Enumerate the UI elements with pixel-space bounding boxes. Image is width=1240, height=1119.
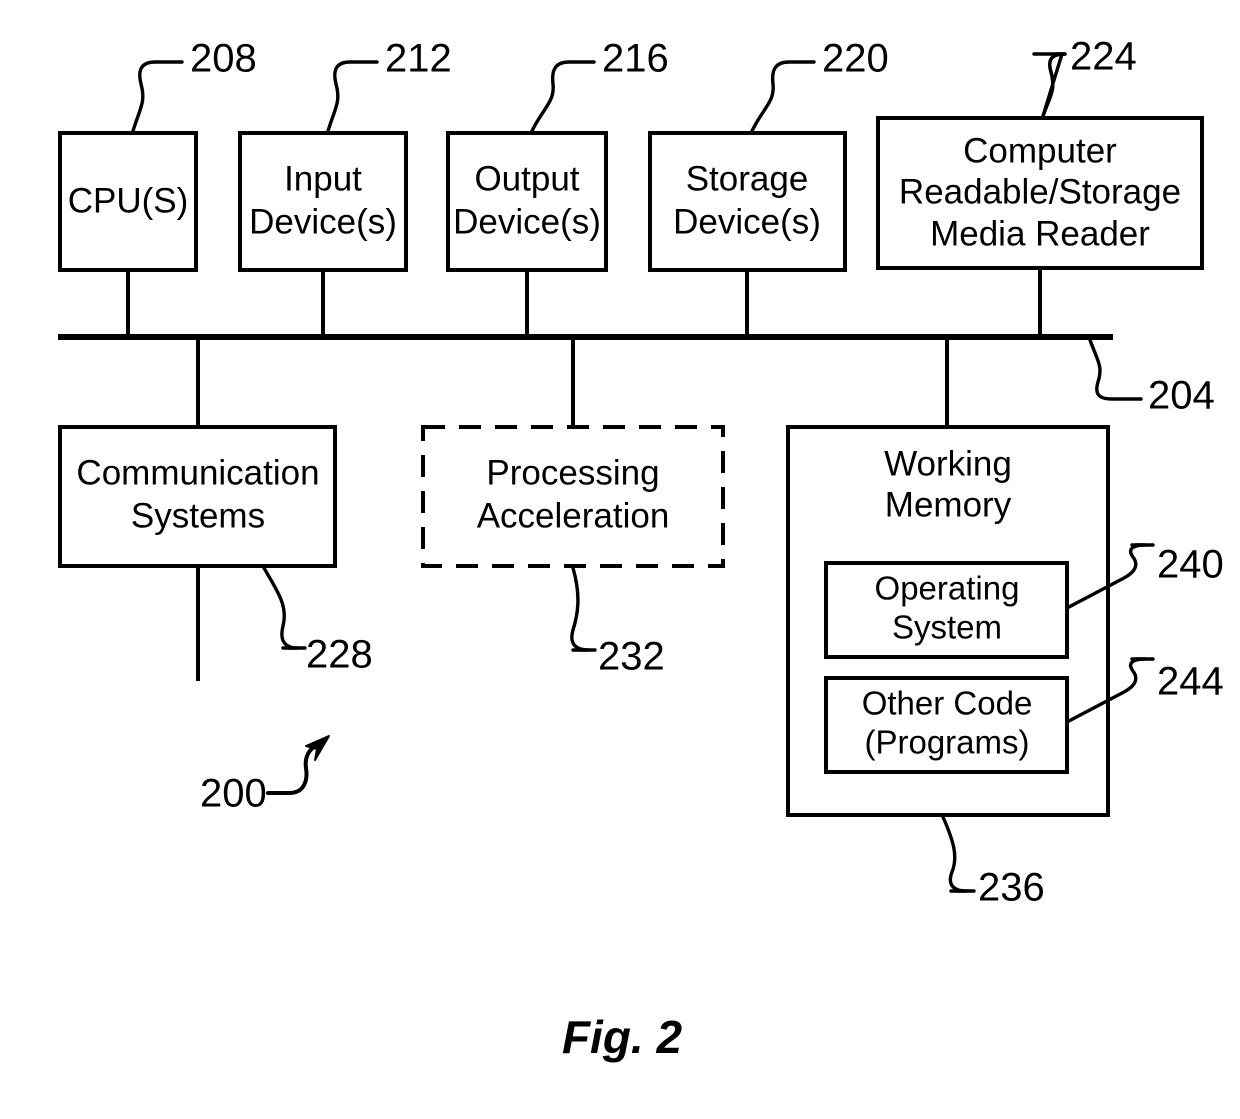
block-operating-system-label-2: System xyxy=(892,609,1002,646)
block-processing-acceleration[interactable]: Processing Acceleration xyxy=(421,425,725,568)
block-input-devices-label-1: Input xyxy=(284,159,362,198)
figure-canvas: 204 CPU(S) 208 Input Device(s) 212 Outpu… xyxy=(0,0,1240,1119)
block-cpu[interactable]: CPU(S) xyxy=(58,131,198,272)
block-storage-devices-label-2: Device(s) xyxy=(673,202,821,241)
ref-number-220: 220 xyxy=(822,37,889,81)
ref-number-240: 240 xyxy=(1157,543,1224,587)
ref-number-236: 236 xyxy=(978,866,1045,910)
block-other-code-label-1: Other Code xyxy=(862,685,1033,722)
block-other-code[interactable]: Other Code (Programs) xyxy=(824,676,1069,774)
leader-220 xyxy=(750,60,816,133)
ref-number-232: 232 xyxy=(598,635,665,679)
block-working-memory-label-1: Working xyxy=(884,444,1012,483)
block-operating-system-label-1: Operating xyxy=(875,570,1020,607)
block-media-reader[interactable]: Computer Readable/Storage Media Reader xyxy=(876,116,1204,270)
leader-212 xyxy=(326,60,379,133)
block-communication-systems-label-2: Systems xyxy=(131,496,265,535)
ref-number-200: 200 xyxy=(200,772,267,816)
leader-204 xyxy=(1088,338,1143,401)
block-output-devices-label-1: Output xyxy=(474,159,579,198)
leader-224 xyxy=(1041,52,1067,118)
ref-number-228: 228 xyxy=(306,633,373,677)
block-processing-acceleration-label-2: Acceleration xyxy=(477,496,670,535)
block-communication-systems-label-1: Communication xyxy=(76,453,319,492)
block-processing-acceleration-label-1: Processing xyxy=(486,453,659,492)
ref-number-224: 224 xyxy=(1070,35,1137,79)
ref-number-216: 216 xyxy=(602,37,669,81)
block-output-devices[interactable]: Output Device(s) xyxy=(446,131,608,272)
block-working-memory-label-2: Memory xyxy=(885,485,1012,524)
figure-caption: Fig. 2 xyxy=(562,1011,683,1063)
block-input-devices[interactable]: Input Device(s) xyxy=(238,131,408,272)
block-storage-devices[interactable]: Storage Device(s) xyxy=(648,131,847,272)
ref-number-212: 212 xyxy=(385,37,452,81)
block-media-reader-label-1: Computer xyxy=(963,131,1117,170)
block-communication-systems[interactable]: Communication Systems xyxy=(58,425,337,568)
block-input-devices-label-2: Device(s) xyxy=(249,202,397,241)
leader-232 xyxy=(570,566,590,652)
system-arrow-head xyxy=(305,735,330,761)
block-media-reader-label-3: Media Reader xyxy=(930,214,1150,253)
leader-236 xyxy=(941,815,968,893)
block-cpu-label-1: CPU(S) xyxy=(68,181,189,220)
block-diagram: 204 CPU(S) 208 Input Device(s) 212 Outpu… xyxy=(58,35,1224,1063)
leader-208 xyxy=(131,60,184,133)
block-output-devices-label-2: Device(s) xyxy=(453,202,601,241)
leader-228 xyxy=(262,566,300,650)
leader-216 xyxy=(530,60,596,133)
ref-number-208: 208 xyxy=(190,37,257,81)
ref-number-244: 244 xyxy=(1157,660,1224,704)
ref-number-204: 204 xyxy=(1148,374,1215,418)
block-storage-devices-label-1: Storage xyxy=(686,159,809,198)
block-media-reader-label-2: Readable/Storage xyxy=(899,172,1181,211)
block-operating-system[interactable]: Operating System xyxy=(824,561,1069,659)
block-other-code-label-2: (Programs) xyxy=(864,724,1029,761)
